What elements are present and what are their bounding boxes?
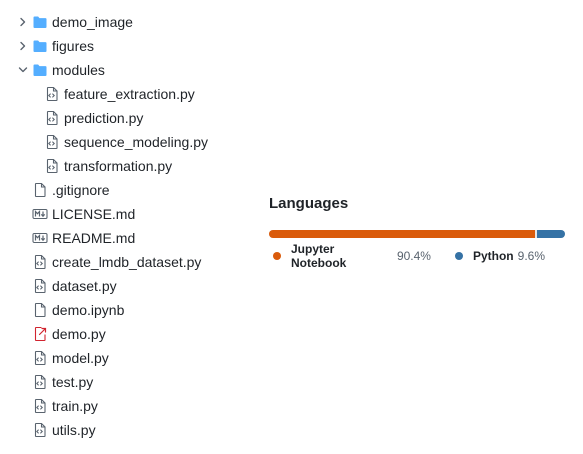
tree-item-gitignore[interactable]: .gitignore (0, 178, 240, 202)
markdown-icon (32, 230, 48, 246)
file-code-icon (44, 110, 60, 126)
tree-item-feature-extraction[interactable]: feature_extraction.py (0, 82, 240, 106)
tree-item-readme[interactable]: README.md (0, 226, 240, 250)
folder-icon (32, 14, 48, 30)
languages-panel: Languages Jupyter Notebook 90.4% Python … (269, 192, 565, 270)
file-code-icon (32, 278, 48, 294)
tree-item-label: train.py (52, 398, 98, 414)
language-color-dot (273, 252, 281, 260)
tree-item-label: test.py (52, 374, 94, 390)
tree-item-label: dataset.py (52, 278, 117, 294)
tree-item-label: demo_image (52, 14, 133, 30)
tree-item-demo-py[interactable]: demo.py (0, 322, 240, 346)
language-legend: Jupyter Notebook 90.4% Python 9.6% (269, 242, 565, 270)
file-code-icon (32, 422, 48, 438)
tree-item-model[interactable]: model.py (0, 346, 240, 370)
chevron-down-icon[interactable] (16, 58, 30, 82)
tree-item-label: prediction.py (64, 110, 144, 126)
tree-item-label: .gitignore (52, 182, 110, 198)
file-code-icon (44, 86, 60, 102)
markdown-icon (32, 206, 48, 222)
file-code-icon (32, 254, 48, 270)
tree-item-label: figures (52, 38, 95, 54)
tree-item-label: demo.py (52, 326, 106, 342)
tree-item-test[interactable]: test.py (0, 370, 240, 394)
tree-item-label: demo.ipynb (52, 302, 125, 318)
chevron-right-icon[interactable] (16, 10, 30, 34)
tree-item-label: LICENSE.md (52, 206, 136, 222)
language-item-jupyter[interactable]: Jupyter Notebook 90.4% (269, 242, 431, 270)
tree-item-label: modules (52, 62, 105, 78)
tree-item-label: transformation.py (64, 158, 173, 174)
tree-item-label: sequence_modeling.py (64, 134, 208, 150)
tree-item-label: README.md (52, 230, 136, 246)
language-bar-segment-jupyter[interactable] (269, 230, 535, 238)
language-item-python[interactable]: Python 9.6% (451, 249, 545, 263)
tree-item-utils[interactable]: utils.py (0, 418, 240, 442)
language-color-dot (454, 252, 463, 260)
file-icon (32, 182, 48, 198)
tree-item-label: model.py (52, 350, 109, 366)
chevron-right-icon[interactable] (16, 34, 30, 58)
language-percent: 90.4% (396, 249, 431, 263)
file-tree: demo_image figures modules feature_extra… (0, 10, 240, 442)
folder-open-icon (32, 62, 48, 78)
tree-item-label: utils.py (52, 422, 96, 438)
tree-item-figures[interactable]: figures (0, 34, 240, 58)
language-name: Python (472, 249, 514, 263)
tree-item-label: feature_extraction.py (64, 86, 195, 102)
tree-item-modules[interactable]: modules (0, 58, 240, 82)
tree-item-transformation[interactable]: transformation.py (0, 154, 240, 178)
file-code-icon (32, 398, 48, 414)
tree-item-sequence-modeling[interactable]: sequence_modeling.py (0, 130, 240, 154)
tree-item-demo-image[interactable]: demo_image (0, 10, 240, 34)
tree-item-train[interactable]: train.py (0, 394, 240, 418)
tree-item-license[interactable]: LICENSE.md (0, 202, 240, 226)
tree-item-prediction[interactable]: prediction.py (0, 106, 240, 130)
tree-item-demo-ipynb[interactable]: demo.ipynb (0, 298, 240, 322)
folder-icon (32, 38, 48, 54)
language-percent: 9.6% (517, 249, 545, 263)
file-code-icon (44, 134, 60, 150)
tree-item-dataset[interactable]: dataset.py (0, 274, 240, 298)
file-code-icon (44, 158, 60, 174)
tree-item-create-lmdb-dataset[interactable]: create_lmdb_dataset.py (0, 250, 240, 274)
languages-title: Languages (269, 195, 349, 212)
file-icon (32, 302, 48, 318)
file-symlink-icon (32, 326, 48, 342)
file-code-icon (32, 374, 48, 390)
language-bar (269, 230, 565, 238)
tree-item-label: create_lmdb_dataset.py (52, 254, 202, 270)
file-code-icon (32, 350, 48, 366)
language-name: Jupyter Notebook (291, 242, 347, 270)
language-bar-segment-python[interactable] (536, 230, 565, 238)
